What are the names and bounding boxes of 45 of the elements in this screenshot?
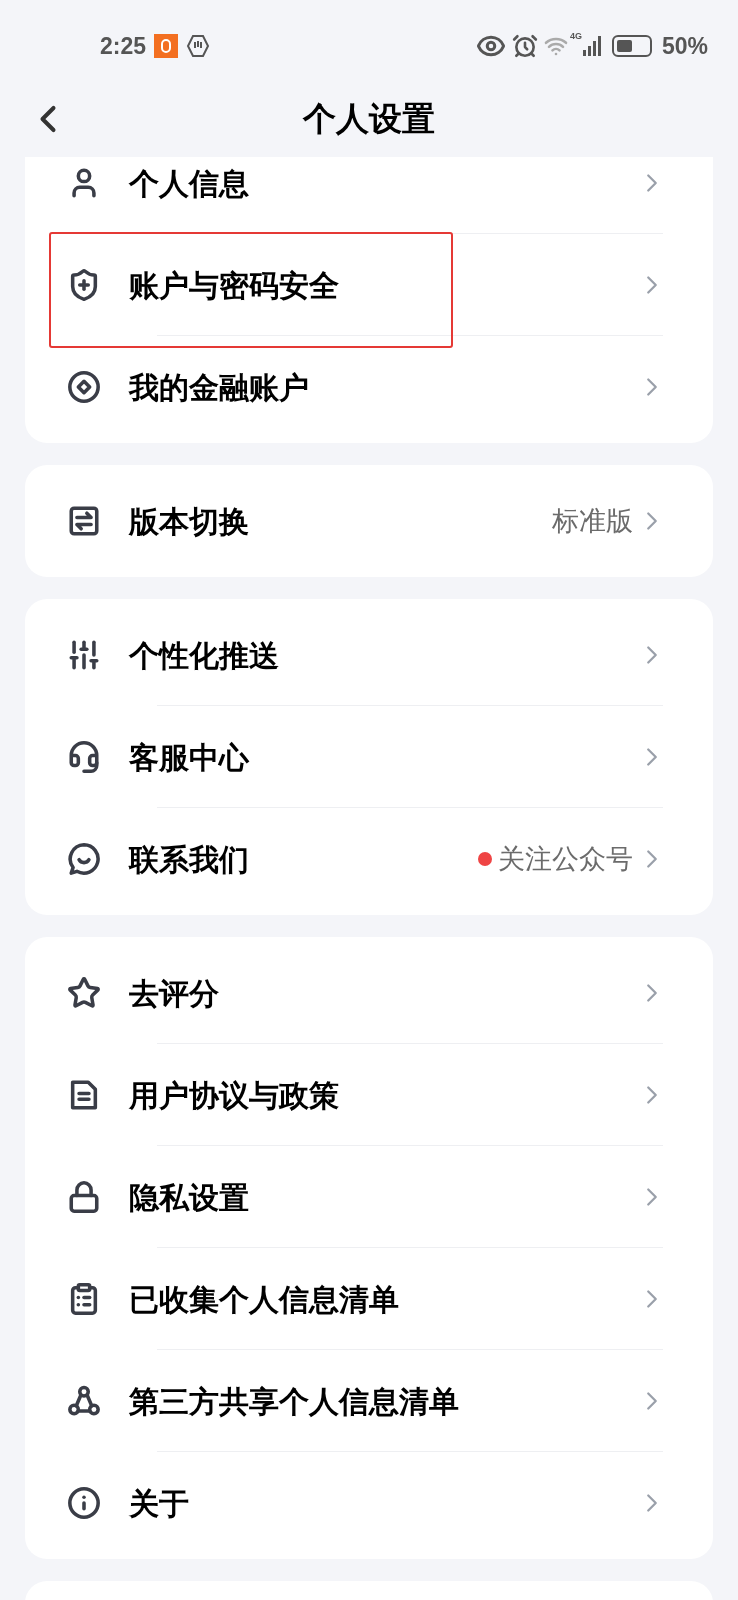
chat-smile-icon xyxy=(67,842,101,876)
settings-row[interactable]: 账户与密码安全 xyxy=(25,234,713,336)
row-label: 客服中心 xyxy=(129,739,250,776)
three-circles-icon xyxy=(67,1384,101,1418)
row-label: 已收集个人信息清单 xyxy=(129,1281,400,1318)
row-label: 个人信息 xyxy=(129,165,250,202)
settings-row[interactable]: 隐私设置 xyxy=(25,1146,713,1248)
row-label: 用户协议与政策 xyxy=(129,1077,340,1114)
diamond-circle-icon xyxy=(67,370,101,404)
lock-icon xyxy=(67,1180,101,1214)
row-label: 版本切换 xyxy=(129,503,250,540)
row-label: 第三方共享个人信息清单 xyxy=(129,1383,460,1420)
sliders-icon xyxy=(67,638,101,672)
battery-percent: 50% xyxy=(661,31,708,61)
battery-icon xyxy=(611,35,652,57)
headset-icon xyxy=(67,740,101,774)
signal-icon xyxy=(581,35,602,57)
row-label: 关于 xyxy=(129,1485,190,1522)
row-label: 联系我们 xyxy=(129,841,250,878)
status-time: 2:25 xyxy=(100,31,147,61)
settings-row[interactable]: 客服中心 xyxy=(25,706,713,808)
row-label: 去评分 xyxy=(129,975,220,1012)
settings-row[interactable]: 个性化推送 xyxy=(25,604,713,706)
info-icon xyxy=(67,1486,101,1520)
settings-row[interactable]: 用户协议与政策 xyxy=(25,1044,713,1146)
switch-icon xyxy=(67,504,101,538)
network-label: 4G xyxy=(569,30,582,43)
star-icon xyxy=(67,976,101,1010)
settings-row[interactable]: 已收集个人信息清单 xyxy=(25,1248,713,1350)
settings-row[interactable]: 版本切换 标准版 xyxy=(25,470,713,572)
row-value: 标准版 xyxy=(552,504,633,538)
settings-row[interactable]: 第三方共享个人信息清单 xyxy=(25,1350,713,1452)
page-title: 个人设置 xyxy=(303,98,435,139)
hand-icon xyxy=(186,34,211,58)
row-label: 账户与密码安全 xyxy=(129,267,340,304)
settings-row[interactable]: 我的金融账户 xyxy=(25,336,713,438)
settings-row[interactable]: 联系我们 关注公众号 xyxy=(25,808,713,910)
settings-row[interactable]: 个人信息 xyxy=(25,157,713,234)
settings-row[interactable]: 关于 xyxy=(25,1452,713,1554)
row-label: 我的金融账户 xyxy=(129,369,310,406)
row-label: 个性化推送 xyxy=(129,637,280,674)
row-label: 隐私设置 xyxy=(129,1179,250,1216)
alarm-icon xyxy=(511,33,538,59)
settings-row[interactable]: 去评分 xyxy=(25,942,713,1044)
row-value: 关注公众号 xyxy=(498,842,633,876)
